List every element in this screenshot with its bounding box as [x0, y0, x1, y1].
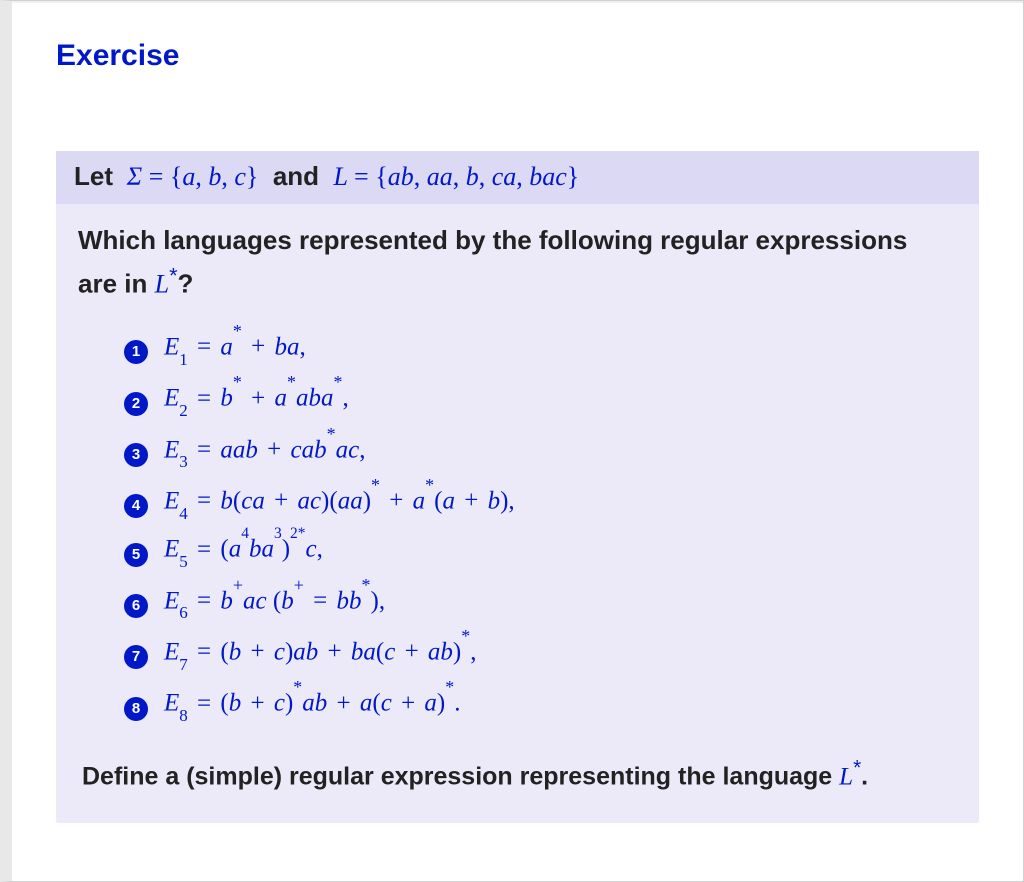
- star-symbol-2: *: [853, 762, 861, 790]
- star-symbol: *: [169, 268, 177, 298]
- list-item: 3 E3 = aab + cab*ac,: [124, 424, 957, 475]
- expression: E5 = (a4ba3)2*c,: [164, 535, 323, 565]
- block-header: Let Σ = {a, b, c} and L = {ab, aa, b, ca…: [56, 151, 979, 204]
- L-star-2: L: [839, 763, 853, 790]
- bullet-number: 7: [124, 645, 148, 669]
- list-item: 1 E1 = a* + ba,: [124, 321, 957, 372]
- define-prefix: Define a (simple) regular expression rep…: [82, 762, 839, 790]
- define-prompt: Define a (simple) regular expression rep…: [78, 757, 957, 791]
- expression: E1 = a* + ba,: [164, 330, 306, 363]
- expression: E7 = (b + c)ab + ba(c + ab)*,: [164, 635, 477, 668]
- and-label: and: [266, 161, 327, 191]
- let-label: Let: [74, 161, 113, 191]
- sigma-def: Σ = {a, b, c}: [120, 162, 258, 191]
- slide-frame: Exercise Let Σ = {a, b, c} and L = {ab, …: [0, 0, 1024, 882]
- question-line-2a: are in: [78, 268, 155, 298]
- expression-list: 1 E1 = a* + ba, 2 E2 = b* + a*aba*, 3 E3 = aa…: [78, 321, 957, 729]
- list-item: 7 E7 = (b + c)ab + ba(c + ab)*,: [124, 626, 957, 677]
- list-item: 6 E6 = b+ac (b+ = bb*),: [124, 575, 957, 626]
- list-item: 2 E2 = b* + a*aba*,: [124, 372, 957, 423]
- bullet-number: 1: [124, 340, 148, 364]
- bullet-number: 2: [124, 392, 148, 416]
- expression: E4 = b(ca + ac)(aa)* + a*(a + b),: [164, 484, 515, 517]
- bullet-number: 4: [124, 494, 148, 518]
- page-title: Exercise: [56, 39, 979, 73]
- bullet-number: 3: [124, 443, 148, 467]
- L-star: L: [155, 269, 169, 298]
- expression: E6 = b+ac (b+ = bb*),: [164, 584, 385, 617]
- question-prompt: Which languages represented by the follo…: [78, 222, 957, 303]
- expression: E2 = b* + a*aba*,: [164, 381, 349, 414]
- L-def: L = {ab, aa, b, ca, bac}: [334, 162, 580, 191]
- list-item: 4 E4 = b(ca + ac)(aa)* + a*(a + b),: [124, 475, 957, 526]
- bullet-number: 8: [124, 697, 148, 721]
- expression: E3 = aab + cab*ac,: [164, 433, 365, 466]
- list-item: 8 E8 = (b + c)*ab + a(c + a)*.: [124, 677, 957, 728]
- list-item: 5 E5 = (a4ba3)2*c,: [124, 526, 957, 574]
- expression: E8 = (b + c)*ab + a(c + a)*.: [164, 686, 461, 719]
- bullet-number: 5: [124, 543, 148, 567]
- define-suffix: .: [861, 762, 868, 790]
- question-line-1: Which languages represented by the follo…: [78, 225, 907, 255]
- exercise-block: Let Σ = {a, b, c} and L = {ab, aa, b, ca…: [56, 151, 979, 823]
- bullet-number: 6: [124, 594, 148, 618]
- block-body: Which languages represented by the follo…: [56, 204, 979, 791]
- question-line-2b: ?: [178, 268, 194, 298]
